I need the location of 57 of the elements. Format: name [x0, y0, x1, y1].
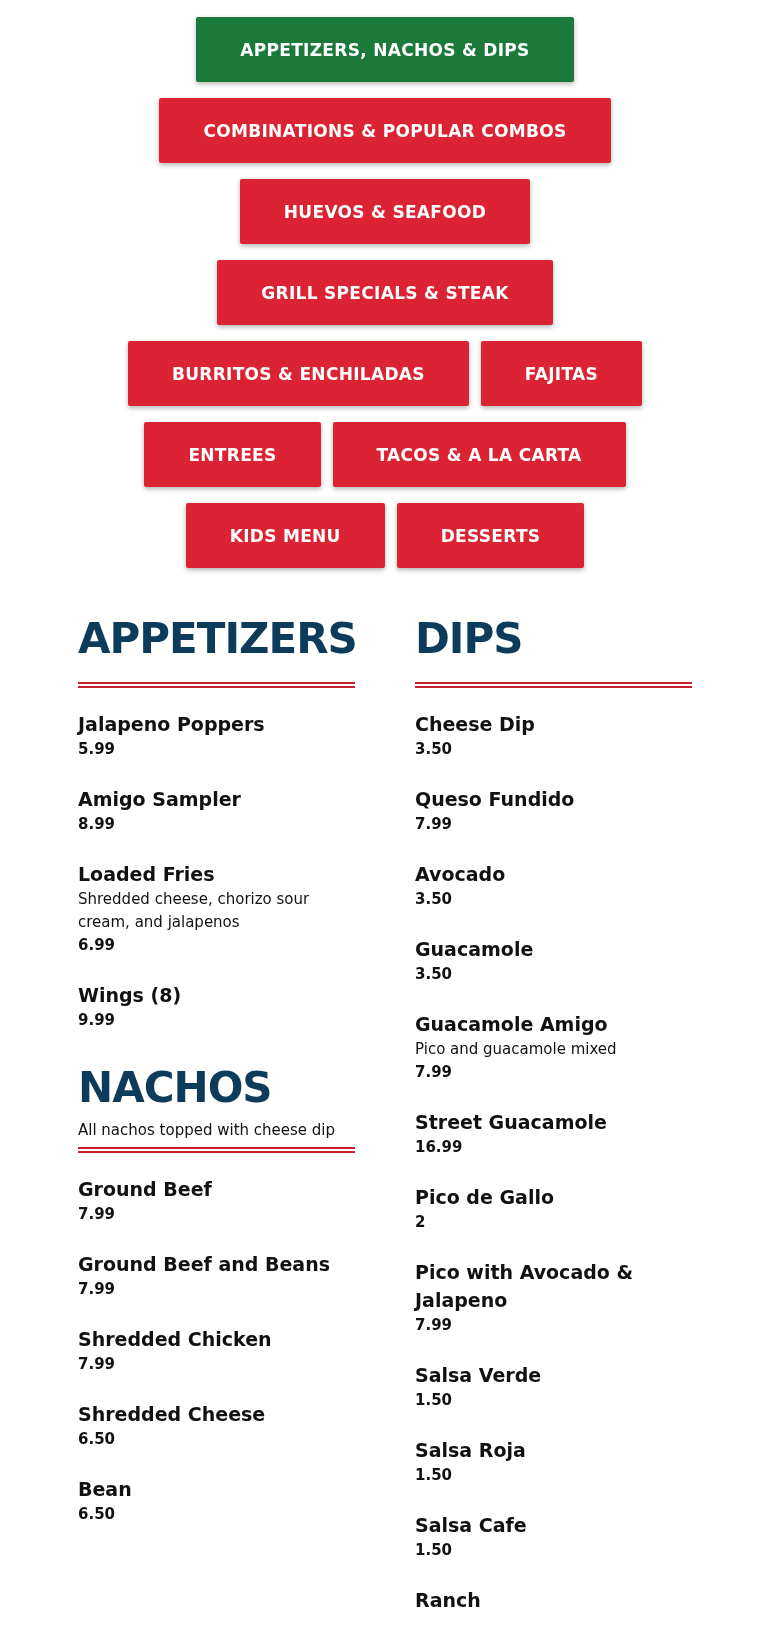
item-price: 7.99: [415, 1315, 453, 1336]
category-button[interactable]: DESSERTS: [396, 503, 585, 568]
item-name: Queso Fundido: [415, 787, 576, 812]
item-name: Loaded Fries: [78, 862, 216, 887]
item-price: 7.99: [78, 1204, 116, 1225]
item-name: Ground Beef: [78, 1177, 213, 1202]
section-description: All nachos topped with cheese dip: [78, 1121, 337, 1139]
item-name: Ranch: [415, 1588, 482, 1613]
item-price: 3.50: [415, 739, 453, 760]
item-description: Pico and guacamole mixed: [415, 1039, 618, 1060]
category-button[interactable]: COMBINATIONS & POPULAR COMBOS: [159, 98, 611, 163]
item-name: Guacamole: [415, 937, 535, 962]
item-name: Salsa Roja: [415, 1438, 527, 1463]
item-price: 6.99: [78, 935, 116, 956]
item-price: 7.99: [415, 814, 453, 835]
item-price: 2: [415, 1212, 427, 1233]
category-button[interactable]: BURRITOS & ENCHILADAS: [127, 341, 469, 406]
item-name: Ground Beef and Beans: [78, 1252, 331, 1277]
item-name: Amigo Sampler: [78, 787, 242, 812]
item-price: 7.99: [78, 1279, 116, 1300]
item-name: Bean: [78, 1477, 133, 1502]
item-name: Jalapeno Poppers: [78, 712, 266, 737]
item-name: Shredded Cheese: [78, 1402, 267, 1427]
section-title: DIPS: [415, 613, 524, 665]
section-title: APPETIZERS: [78, 613, 355, 665]
category-button[interactable]: HUEVOS & SEAFOOD: [239, 179, 531, 244]
category-button[interactable]: FAJITAS: [480, 341, 643, 406]
category-button[interactable]: GRILL SPECIALS & STEAK: [217, 260, 553, 325]
item-name: Salsa Cafe: [415, 1513, 528, 1538]
category-button[interactable]: KIDS MENU: [185, 503, 385, 568]
category-button[interactable]: ENTREES: [144, 422, 321, 487]
item-price: 7.99: [78, 1354, 116, 1375]
item-price: 9.99: [78, 1010, 116, 1031]
item-price: 1.50: [415, 1465, 453, 1486]
item-name: Pico de Gallo: [415, 1185, 555, 1210]
item-name: Salsa Verde: [415, 1363, 543, 1388]
item-name: Street Guacamole: [415, 1110, 608, 1135]
item-name: Shredded Chicken: [78, 1327, 273, 1352]
item-price: 3.50: [415, 889, 453, 910]
item-price: 1.50: [415, 1390, 453, 1411]
item-price: 7.99: [415, 1062, 453, 1083]
item-name: Pico with Avocado & Jalapeno: [415, 1260, 635, 1313]
category-button[interactable]: APPETIZERS, NACHOS & DIPS: [196, 17, 574, 82]
item-name: Cheese Dip: [415, 712, 536, 737]
item-price: 16.99: [415, 1137, 464, 1158]
category-button[interactable]: TACOS & A LA CARTA: [332, 422, 626, 487]
section-title: NACHOS: [78, 1062, 273, 1114]
item-name: Avocado: [415, 862, 507, 887]
item-price: 8.99: [78, 814, 116, 835]
item-price: 6.50: [78, 1504, 116, 1525]
item-price: 1.50: [415, 1540, 453, 1561]
item-description: Shredded cheese, chorizo sour cream, and jalapenos: [78, 889, 311, 933]
item-price: 3.50: [415, 964, 453, 985]
item-price: 5.99: [78, 739, 116, 760]
item-name: Wings (8): [78, 983, 183, 1008]
item-price: 6.50: [78, 1429, 116, 1450]
item-name: Guacamole Amigo: [415, 1012, 609, 1037]
